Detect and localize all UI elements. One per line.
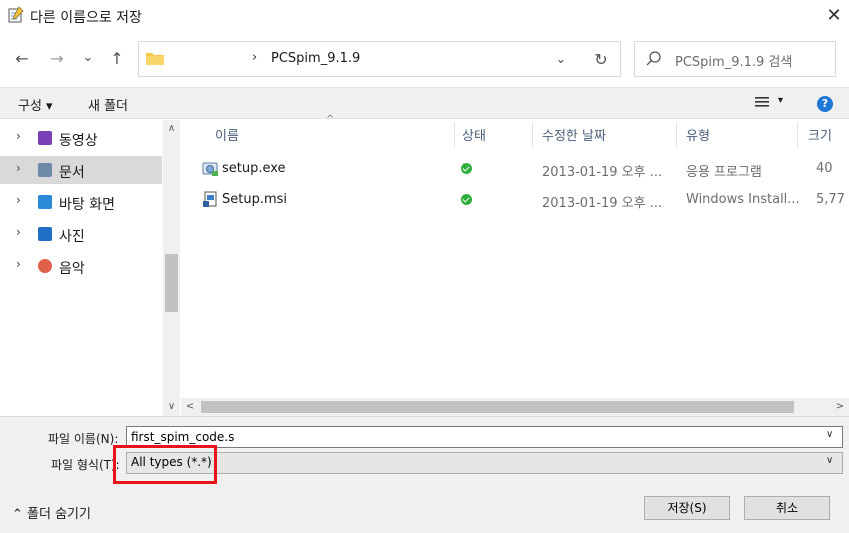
chevron-right-icon[interactable]: › <box>16 193 21 207</box>
music-icon <box>38 259 52 273</box>
file-size: 40 <box>816 161 833 176</box>
video-icon <box>38 131 52 145</box>
file-name: Setup.msi <box>222 192 288 207</box>
view-dropdown-icon[interactable]: ▾ <box>778 95 783 106</box>
address-bar[interactable] <box>138 41 621 77</box>
sync-ok-icon <box>461 163 472 174</box>
column-header-status[interactable]: 상태 <box>462 125 486 144</box>
chevron-right-icon[interactable]: › <box>16 161 21 175</box>
navigation-pane: › 동영상 › 문서 › 바탕 화면 › 사진 › 음악 <box>0 120 181 416</box>
column-header-type[interactable]: 유형 <box>686 125 710 144</box>
filetype-label: 파일 형식(T): <box>51 458 120 472</box>
forward-button[interactable]: → <box>43 45 71 73</box>
filetype-select[interactable]: All types (*.*) <box>126 452 843 474</box>
installer-icon <box>203 191 217 207</box>
breadcrumb-current[interactable]: PCSpim_9.1.9 <box>271 51 360 66</box>
document-icon <box>38 163 52 177</box>
sidebar-item-label: 사진 <box>59 229 85 245</box>
cancel-button[interactable]: 취소 <box>744 496 830 520</box>
column-header-date[interactable]: 수정한 날짜 <box>542 125 606 144</box>
column-header-size[interactable]: 크기 <box>808 125 832 144</box>
pictures-icon <box>38 227 52 241</box>
file-size: 5,77 <box>816 192 845 207</box>
file-date: 2013-01-19 오후 ... <box>542 165 663 180</box>
sidebar-item-music[interactable]: › 음악 <box>0 252 162 280</box>
sidebar-scroll-thumb[interactable] <box>165 254 178 312</box>
horizontal-scroll-thumb[interactable] <box>201 401 794 413</box>
filename-label: 파일 이름(N): <box>48 432 119 446</box>
scroll-up-icon[interactable]: ∧ <box>163 120 180 138</box>
file-type: Windows Install... <box>686 192 800 207</box>
refresh-icon[interactable]: ↻ <box>590 49 612 71</box>
chevron-down-icon[interactable]: ∨ <box>826 455 833 466</box>
sidebar-item-pictures[interactable]: › 사진 <box>0 220 162 248</box>
sidebar-item-label: 바탕 화면 <box>59 197 115 213</box>
notepad-icon <box>8 6 24 23</box>
sort-ascending-icon: ^ <box>326 114 335 125</box>
file-row[interactable]: setup.exe 2013-01-19 오후 ... 응용 프로그램 40 <box>182 154 849 184</box>
sidebar-item-label: 문서 <box>59 165 85 181</box>
new-folder-button[interactable]: 새 폴더 <box>88 95 128 114</box>
column-divider[interactable] <box>797 122 798 148</box>
file-date: 2013-01-19 오후 ... <box>542 196 663 211</box>
scroll-down-icon[interactable]: ∨ <box>163 398 180 416</box>
view-options-icon[interactable] <box>754 95 770 109</box>
chevron-down-icon[interactable]: ∨ <box>826 429 833 440</box>
sidebar-item-desktop[interactable]: › 바탕 화면 <box>0 188 162 216</box>
search-placeholder: PCSpim_9.1.9 검색 <box>675 55 793 70</box>
scroll-left-icon[interactable]: < <box>181 398 199 416</box>
desktop-icon <box>38 195 52 209</box>
file-type: 응용 프로그램 <box>686 165 762 180</box>
organize-button[interactable]: 구성 ▾ <box>18 95 53 114</box>
annotation-highlight-box <box>113 445 217 484</box>
back-button[interactable]: ← <box>8 45 36 73</box>
sync-ok-icon <box>461 194 472 205</box>
column-divider[interactable] <box>532 122 533 148</box>
chevron-right-icon[interactable]: › <box>16 129 21 143</box>
scroll-right-icon[interactable]: > <box>831 398 849 416</box>
filename-input[interactable] <box>126 426 843 448</box>
sidebar-item-label: 동영상 <box>59 133 98 149</box>
chevron-down-icon[interactable]: ⌄ <box>550 49 572 71</box>
up-button[interactable]: ↑ <box>103 45 131 73</box>
close-icon[interactable]: ✕ <box>822 4 846 28</box>
hide-folders-button[interactable]: ⌃ 폴더 숨기기 <box>12 503 91 522</box>
chevron-right-icon[interactable]: › <box>16 257 21 271</box>
column-divider[interactable] <box>676 122 677 148</box>
column-header-name[interactable]: 이름 <box>215 125 239 144</box>
folder-icon <box>146 53 164 65</box>
chevron-right-icon[interactable]: › <box>16 225 21 239</box>
save-button[interactable]: 저장(S) <box>644 496 730 520</box>
window-title: 다른 이름으로 저장 <box>30 10 142 26</box>
search-icon <box>646 51 661 66</box>
application-icon <box>202 162 218 176</box>
help-icon[interactable]: ? <box>817 96 833 112</box>
file-row[interactable]: Setup.msi 2013-01-19 오후 ... Windows Inst… <box>182 185 849 215</box>
column-divider[interactable] <box>454 122 455 148</box>
sidebar-item-label: 음악 <box>59 261 85 277</box>
file-name: setup.exe <box>222 161 286 176</box>
breadcrumb-separator[interactable]: › <box>252 50 257 65</box>
sidebar-item-documents[interactable]: › 문서 <box>0 156 162 184</box>
sidebar-item-videos[interactable]: › 동영상 <box>0 124 162 152</box>
recent-locations-button[interactable]: ⌄ <box>74 44 102 72</box>
